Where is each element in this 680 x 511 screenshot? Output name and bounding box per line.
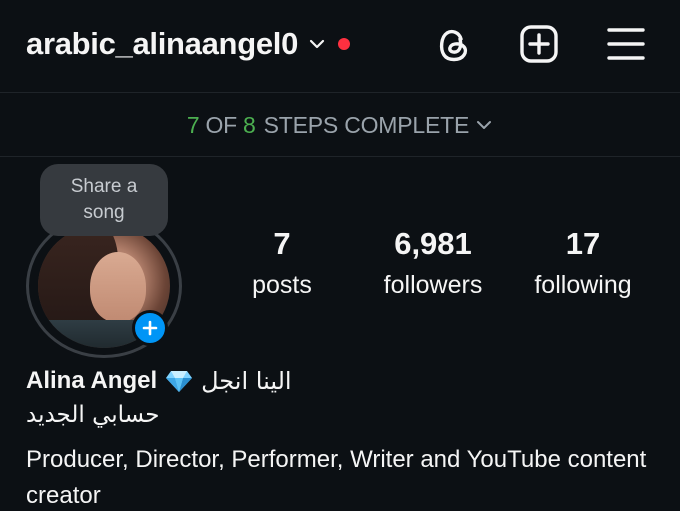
display-name: Alina Angel: [26, 367, 158, 394]
following-label: following: [534, 271, 632, 299]
followers-stat[interactable]: 6,981 followers: [370, 226, 496, 300]
avatar-face: [90, 252, 146, 322]
create-icon: [520, 25, 558, 63]
threads-button[interactable]: [434, 24, 474, 64]
steps-total-count: 8: [243, 111, 256, 138]
posts-stat[interactable]: 7 posts: [240, 226, 324, 300]
account-switcher[interactable]: arabic_alinaangel0: [26, 24, 351, 64]
gem-icon: [166, 371, 193, 392]
arabic-name: الينا انجل: [201, 367, 292, 395]
add-story-button[interactable]: [132, 310, 168, 346]
bio-arabic: حسابي الجديد: [26, 402, 160, 428]
profile-screen: arabic_alinaangel0 7 OF 8 STEPS COMPLETE…: [0, 0, 680, 511]
profile-steps-banner[interactable]: 7 OF 8 STEPS COMPLETE: [0, 93, 680, 157]
followers-label: followers: [383, 271, 483, 299]
chevron-down-icon: [309, 39, 325, 49]
steps-of: OF: [205, 111, 237, 138]
threads-icon: [439, 29, 468, 62]
posts-label: posts: [252, 271, 312, 299]
bio-text: Producer, Director, Performer, Writer an…: [26, 446, 647, 509]
share-song-line-1: Share a: [70, 176, 138, 197]
following-stat[interactable]: 17 following: [520, 226, 646, 300]
plus-icon: [142, 320, 158, 336]
menu-button[interactable]: [606, 24, 646, 64]
menu-icon: [607, 28, 645, 60]
steps-done-count: 7: [186, 111, 200, 138]
username: arabic_alinaangel0: [26, 26, 299, 61]
followers-count: 6,981: [394, 226, 472, 261]
following-count: 17: [565, 226, 601, 261]
top-bar: arabic_alinaangel0: [0, 0, 680, 92]
posts-count: 7: [273, 226, 291, 261]
steps-label: STEPS COMPLETE: [263, 111, 470, 138]
chevron-down-icon: [477, 121, 492, 129]
create-button[interactable]: [519, 24, 559, 64]
divider: [0, 156, 680, 157]
share-song-line-2: song: [83, 202, 125, 223]
name-row: Alina Angel الينا انجل: [26, 366, 292, 396]
share-song-text: Share a song: [71, 174, 138, 226]
share-song-note[interactable]: Share a song: [40, 164, 168, 236]
notification-dot: [338, 38, 351, 50]
